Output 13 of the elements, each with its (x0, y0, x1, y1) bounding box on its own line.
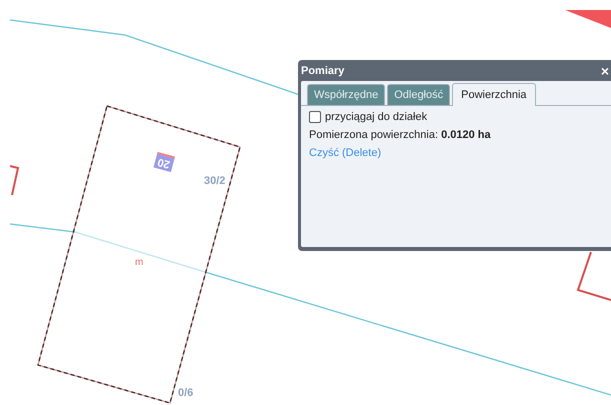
parcel-number: 30/2 (204, 174, 226, 188)
clear-link[interactable]: Czyść (Delete) (309, 147, 382, 159)
dialog-title: Pomiary (301, 64, 344, 76)
parcel-number-badge: 20 (153, 152, 175, 172)
checkbox-label: przyciągaj do działek (325, 111, 428, 123)
tab[interactable]: Współrzędne (307, 84, 386, 105)
close-button[interactable]: × (600, 64, 609, 78)
checkbox[interactable] (309, 111, 321, 123)
tab[interactable]: Powierzchnia (452, 83, 536, 106)
measured-area-text: Pomierzona powierzchnia: 0.0120 ha (309, 129, 491, 141)
tab[interactable]: Odległość (387, 84, 450, 105)
parcel-number: 0/6 (178, 386, 194, 400)
measure-label: m (135, 256, 144, 270)
